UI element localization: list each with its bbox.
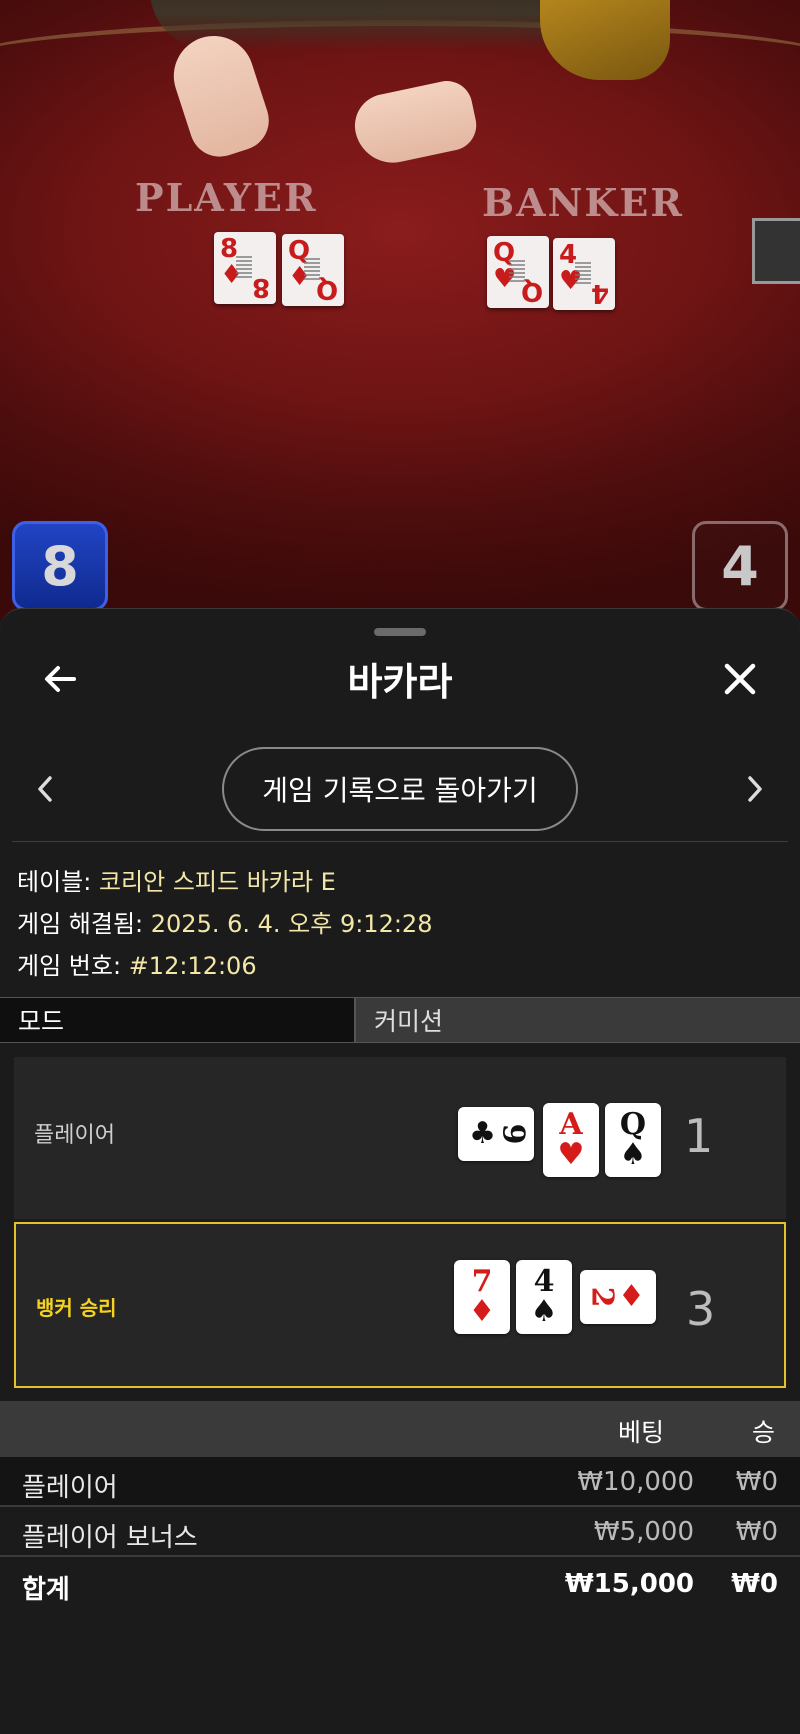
win-column-header: 승 [752, 1418, 776, 1447]
table-value: 코리안 스피드 바카라 E [98, 868, 336, 896]
table-card-player-2: Q ♦ Q [282, 234, 344, 306]
banker-card-1-suit: ♦ [468, 1294, 496, 1329]
table-row: 플레이어 ₩10,000 ₩0 [0, 1457, 800, 1507]
player-zone-label: PLAYER [135, 175, 318, 220]
close-icon [724, 663, 756, 695]
total-label: 합계 [22, 1575, 70, 1605]
next-game-button[interactable] [730, 761, 780, 817]
table-card-banker-2: 4 ♥ 4 [553, 238, 615, 310]
banker-result-label: 뱅커 승리 [36, 1296, 117, 1320]
resolved-info-row: 게임 해결됨: 2025. 6. 4. 오후 9:12:28 [17, 903, 432, 945]
divider [12, 841, 788, 842]
banker-card-3-rank: 2 [584, 1286, 620, 1308]
player-card-1-suit: ♣ [469, 1116, 497, 1151]
banker-score-tile: 4 [692, 521, 788, 611]
player-result: 플레이어 ♣ 9 A ♥ Q ♠ 1 [14, 1057, 786, 1219]
game-info: 테이블: 코리안 스피드 바카라 E 게임 해결됨: 2025. 6. 4. 오… [17, 861, 432, 987]
total-row: 합계 ₩15,000 ₩0 [0, 1559, 800, 1609]
banker-card-3-suit: ♦ [617, 1279, 645, 1314]
total-bet-amount: ₩15,000 [564, 1569, 694, 1599]
table-card-banker-1: Q ♥ Q [487, 236, 549, 308]
chevron-right-icon [748, 776, 762, 802]
card-shoe [752, 218, 800, 284]
banker-card-2: 4 ♠ [516, 1260, 572, 1334]
drag-handle[interactable] [374, 628, 426, 636]
bet-column-header: 베팅 [618, 1418, 665, 1447]
banker-card-3: 2 ♦ [580, 1270, 656, 1324]
table-row: 플레이어 보너스 ₩5,000 ₩0 [0, 1507, 800, 1557]
player-card-3-rank: Q [619, 1107, 647, 1142]
banker-card-2-suit: ♠ [530, 1294, 558, 1329]
chevron-left-icon [38, 776, 52, 802]
mode-label: 모드 [0, 998, 356, 1042]
page-title: 바카라 [347, 660, 453, 704]
game-number-value: #12:12:06 [128, 952, 257, 980]
close-button[interactable] [712, 651, 768, 707]
bet-name: 플레이어 보너스 [22, 1523, 198, 1553]
win-amount: ₩0 [735, 1467, 778, 1497]
player-card-3: Q ♠ [605, 1103, 661, 1177]
table-label: 테이블: [17, 868, 92, 896]
bet-name: 플레이어 [22, 1473, 118, 1503]
back-to-history-button[interactable]: 게임 기록으로 돌아가기 [222, 747, 578, 831]
player-card-2-suit: ♥ [557, 1137, 585, 1172]
player-card-2-rank: A [559, 1107, 583, 1142]
banker-zone-label: BANKER [482, 180, 684, 225]
bets-table-header: 베팅 승 [0, 1401, 800, 1457]
player-card-2: A ♥ [543, 1103, 599, 1177]
total-win-amount: ₩0 [731, 1569, 778, 1599]
game-number-row: 게임 번호: #12:12:06 [17, 945, 432, 987]
banker-result-score: 3 [686, 1282, 716, 1336]
game-number-label: 게임 번호: [17, 952, 122, 980]
mode-row: 모드 커미션 [0, 997, 800, 1043]
bet-amount: ₩10,000 [577, 1467, 694, 1497]
table-info-row: 테이블: 코리안 스피드 바카라 E [17, 861, 432, 903]
player-card-3-suit: ♠ [619, 1137, 647, 1172]
banker-card-2-rank: 4 [533, 1264, 555, 1299]
mode-value: 커미션 [356, 998, 800, 1042]
player-score-tile: 8 [12, 521, 108, 611]
player-result-label: 플레이어 [34, 1123, 115, 1148]
live-video-feed: PLAYER BANKER 8 ♦ 8 Q ♦ Q Q ♥ Q 4 ♥ 4 8 4 [0, 0, 800, 620]
banker-result: 뱅커 승리 7 ♦ 4 ♠ 2 ♦ 3 [14, 1222, 786, 1388]
win-amount: ₩0 [735, 1517, 778, 1547]
table-card-player-1: 8 ♦ 8 [214, 232, 276, 304]
resolved-value: 2025. 6. 4. 오후 9:12:28 [150, 910, 433, 938]
player-card-1-rank: 9 [495, 1123, 531, 1145]
bet-amount: ₩5,000 [593, 1517, 694, 1547]
resolved-label: 게임 해결됨: [17, 910, 144, 938]
banker-card-1: 7 ♦ [454, 1260, 510, 1334]
player-result-score: 1 [684, 1109, 714, 1163]
history-navigation: 게임 기록으로 돌아가기 [0, 747, 800, 831]
banker-card-1-rank: 7 [471, 1264, 493, 1299]
player-card-1: ♣ 9 [458, 1107, 534, 1161]
game-history-sheet: 바카라 게임 기록으로 돌아가기 테이블: 코리안 스피드 바카라 E 게임 해… [0, 608, 800, 1734]
previous-game-button[interactable] [20, 761, 70, 817]
